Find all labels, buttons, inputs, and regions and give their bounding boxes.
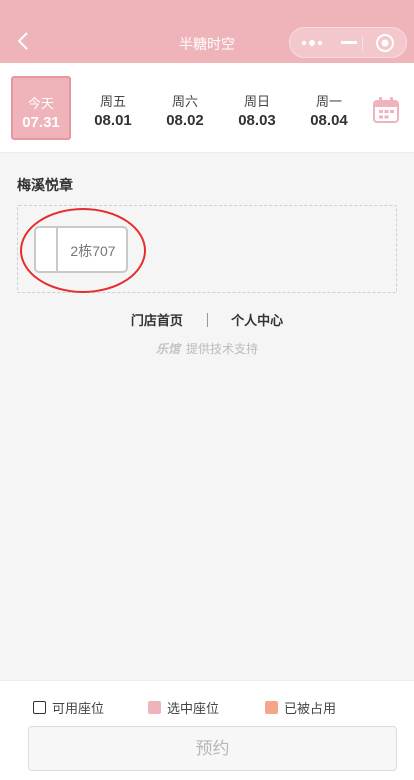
- date-value: 08.01: [94, 112, 132, 129]
- date-tab[interactable]: 周五 08.01: [83, 76, 143, 140]
- date-weekday: 周一: [315, 94, 342, 109]
- legend-occupied: 已被占用: [265, 699, 337, 716]
- date-tab[interactable]: 周一 08.04: [299, 76, 359, 140]
- link-divider: [206, 313, 208, 327]
- date-weekday: 周五: [99, 94, 126, 109]
- selected-swatch: [148, 700, 161, 714]
- legend-available: 可用座位: [33, 699, 105, 716]
- book-button[interactable]: 预约: [28, 726, 397, 771]
- brand-logo: 乐馆: [155, 342, 180, 356]
- legend-selected: 选中座位: [148, 699, 220, 716]
- venue-name: 梅溪悦章: [17, 177, 73, 193]
- date-tab[interactable]: 周日 08.03: [227, 76, 287, 140]
- date-weekday: 今天: [27, 96, 54, 111]
- date-value: 08.03: [238, 112, 276, 129]
- date-value: 07.31: [22, 114, 60, 131]
- store-home-link[interactable]: 门店首页: [131, 313, 183, 328]
- calendar-icon[interactable]: [372, 96, 400, 124]
- footer-links: 门店首页 个人中心: [0, 310, 414, 328]
- highlight-circle-annotation: [20, 208, 146, 293]
- date-weekday: 周六: [171, 94, 198, 109]
- miniprogram-capsule: [289, 27, 407, 58]
- top-navbar: 半糖时空: [0, 0, 414, 63]
- occupied-swatch: [265, 700, 278, 714]
- date-value: 08.04: [310, 112, 348, 129]
- bottom-panel: 可用座位 选中座位 已被占用 预约: [0, 680, 414, 780]
- more-icon[interactable]: [290, 28, 334, 57]
- available-swatch: [33, 700, 46, 714]
- brand-credit: 乐馆 提供技术支持: [0, 340, 414, 357]
- date-selector: 今天 07.31 周五 08.01 周六 08.02 周日 08.03 周一 0…: [0, 63, 414, 153]
- minimize-icon[interactable]: [334, 28, 364, 57]
- close-icon[interactable]: [364, 28, 406, 57]
- date-weekday: 周日: [243, 94, 270, 109]
- brand-text: 提供技术支持: [186, 342, 259, 356]
- profile-link[interactable]: 个人中心: [231, 313, 283, 328]
- date-tab[interactable]: 周六 08.02: [155, 76, 215, 140]
- legend-label: 可用座位: [52, 700, 105, 716]
- date-tab-today[interactable]: 今天 07.31: [11, 76, 71, 140]
- legend-label: 选中座位: [167, 700, 220, 716]
- date-value: 08.02: [166, 112, 204, 129]
- legend-label: 已被占用: [284, 700, 337, 716]
